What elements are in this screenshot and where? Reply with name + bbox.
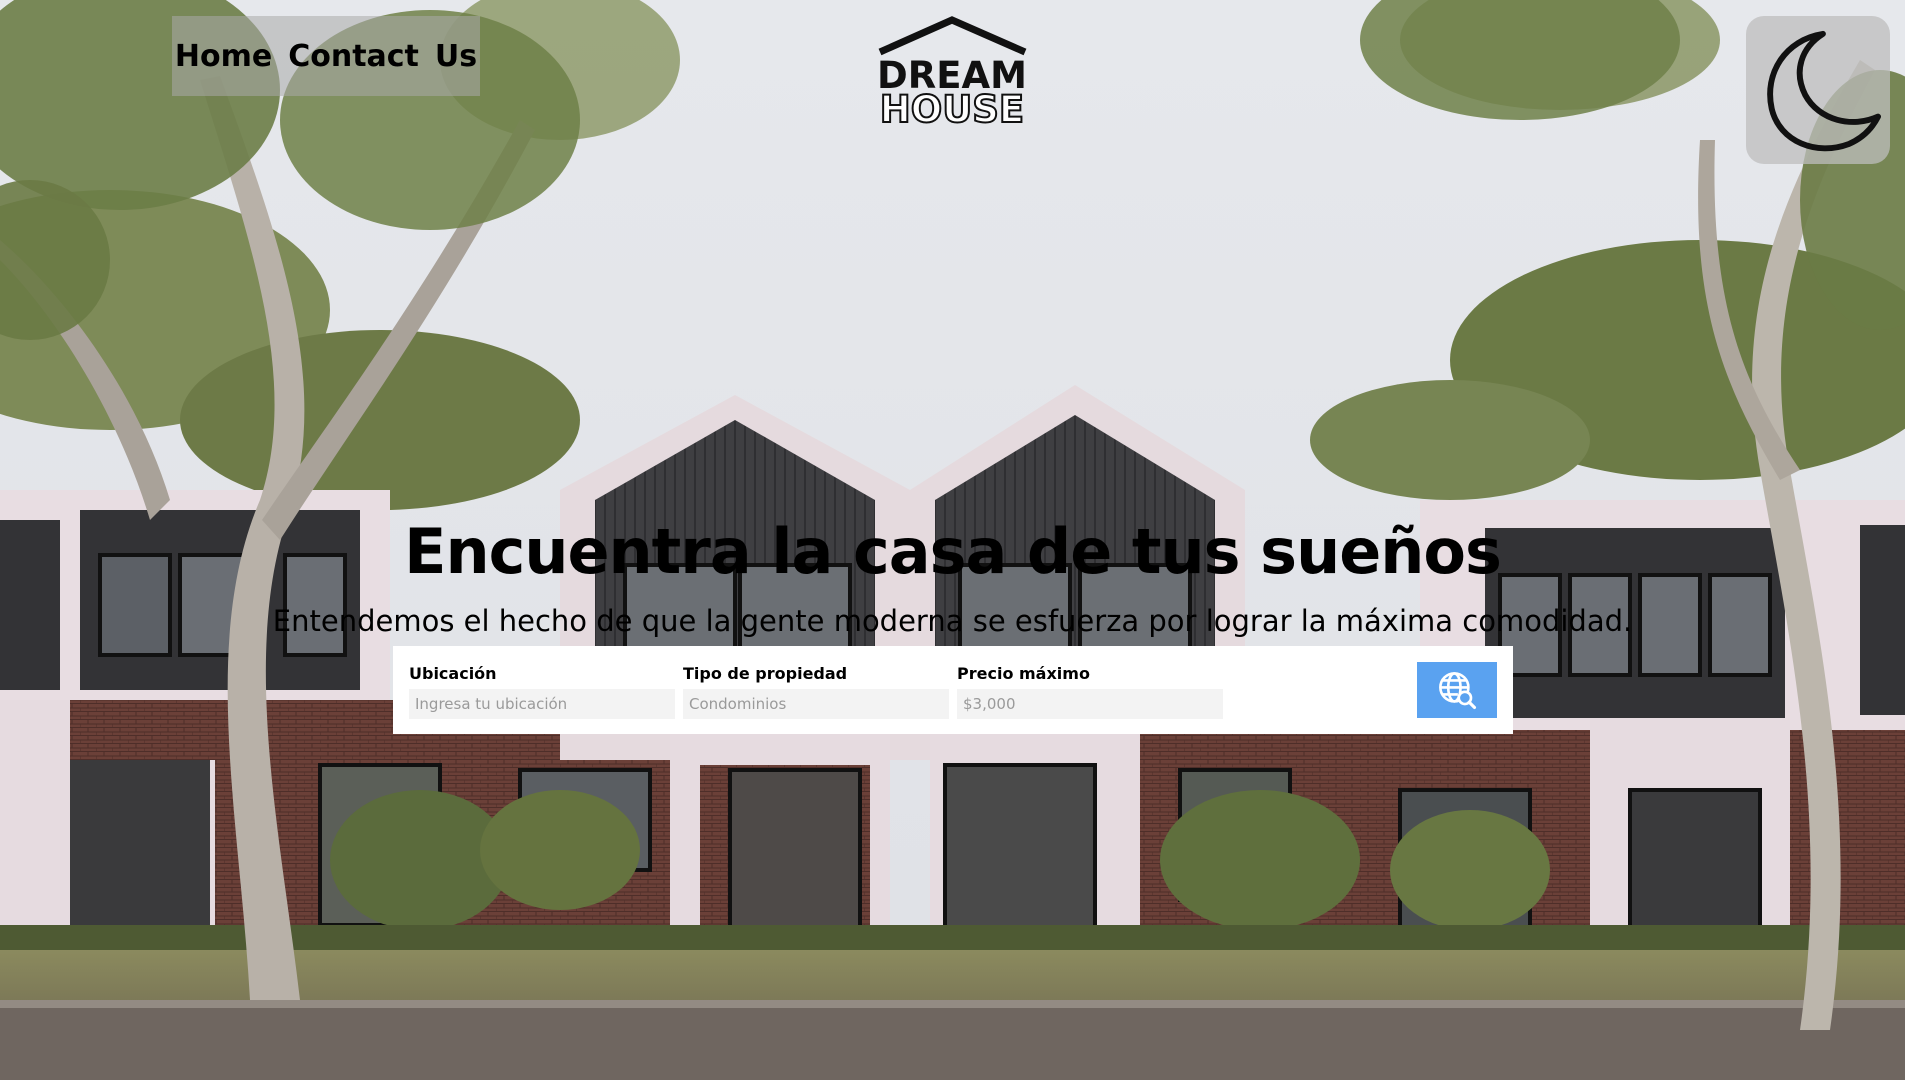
property-search-form: Ubicación Tipo de propiedad Precio máxim… [393,646,1513,734]
moon-icon [1767,30,1882,152]
search-button[interactable] [1417,662,1497,718]
dream-house-logo[interactable]: DREAM HOUSE [870,16,1035,132]
max-price-input[interactable] [957,689,1223,719]
max-price-field-group: Precio máximo [957,664,1223,719]
nav-link-us[interactable]: Us [435,39,477,74]
location-label: Ubicación [409,664,497,683]
globe-search-icon [1439,672,1477,710]
location-input[interactable] [409,689,675,719]
main-nav: Home Contact Us [172,16,480,96]
property-type-label: Tipo de propiedad [683,664,848,683]
nav-link-home[interactable]: Home [175,39,272,74]
property-type-input[interactable] [683,689,949,719]
property-type-field-group: Tipo de propiedad [683,664,949,719]
dark-mode-toggle[interactable] [1746,16,1890,164]
max-price-label: Precio máximo [957,664,1090,683]
location-field-group: Ubicación [409,664,675,719]
nav-link-contact[interactable]: Contact [288,39,419,74]
hero-title: Encuentra la casa de tus sueños [404,515,1502,588]
logo-text-house: HOUSE [880,88,1024,126]
hero-subtitle: Entendemos el hecho de que la gente mode… [272,604,1633,638]
